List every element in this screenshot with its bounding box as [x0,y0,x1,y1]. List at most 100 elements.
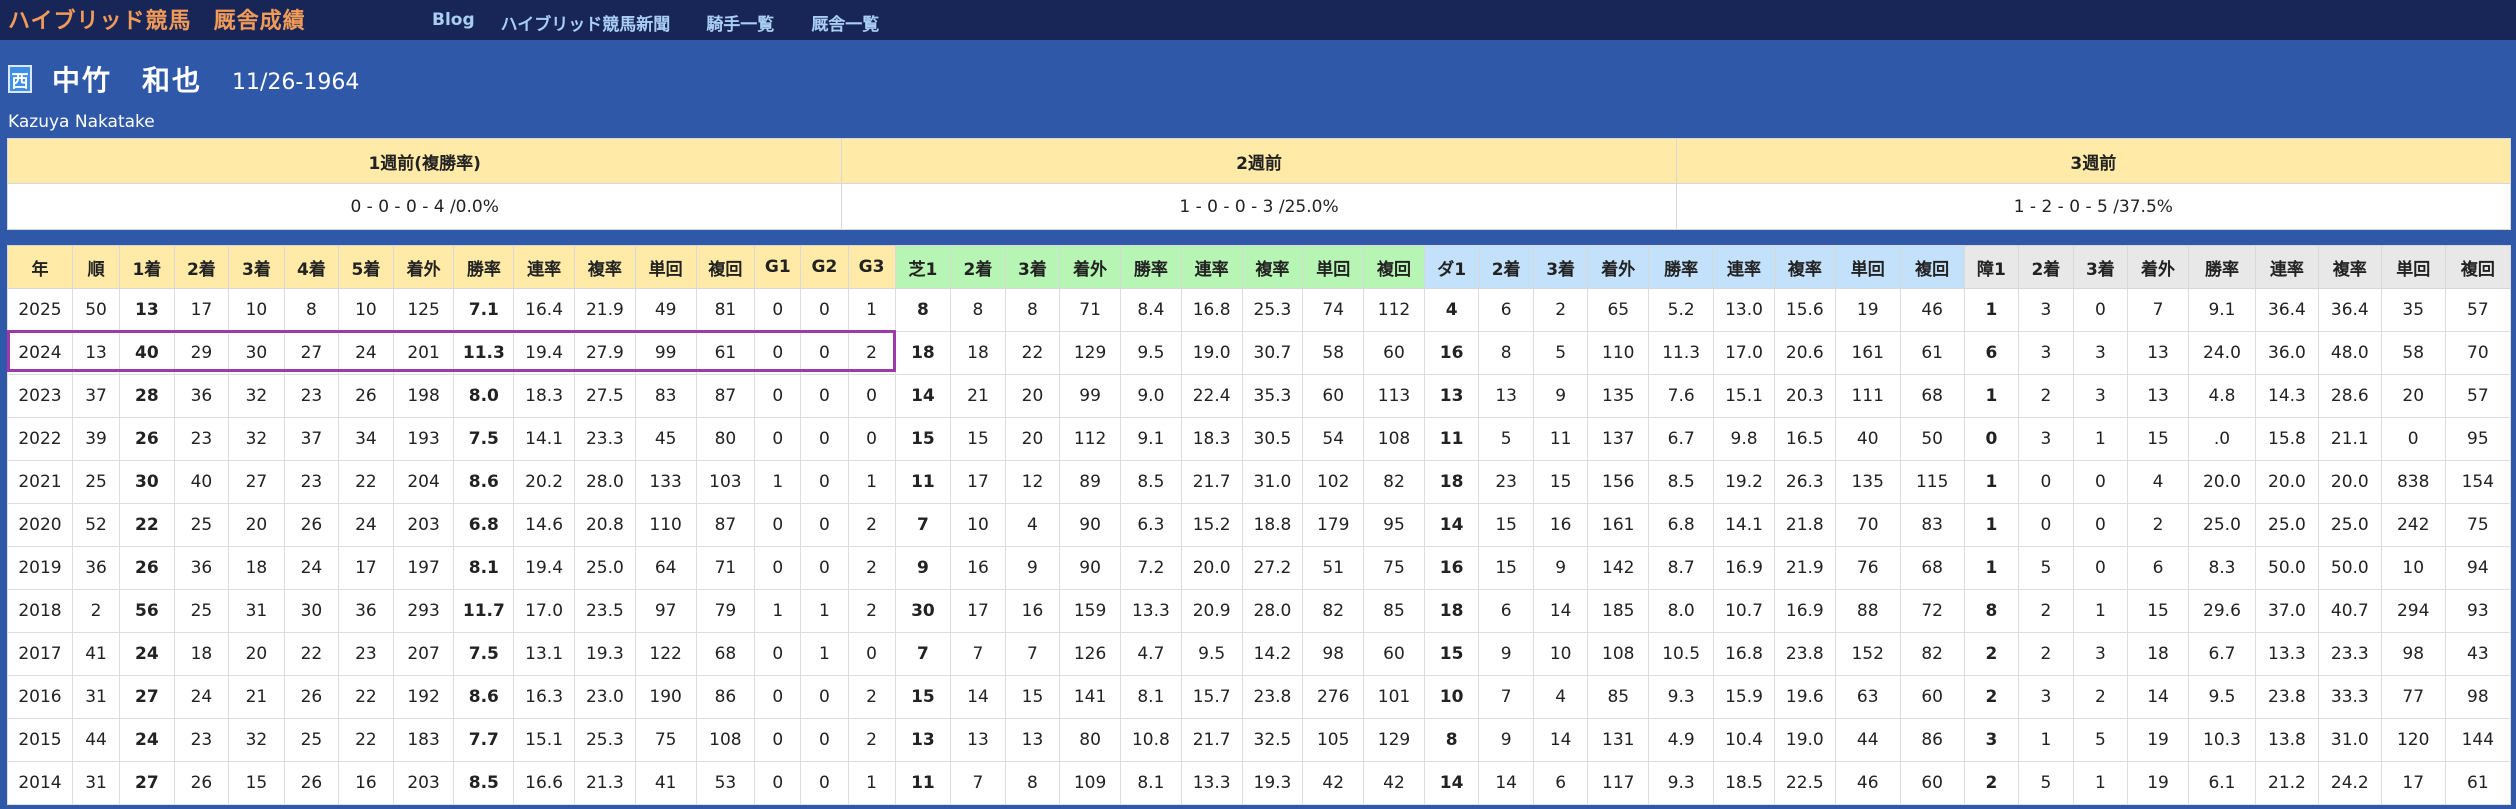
stats-column-header[interactable]: 勝率 [1648,245,1715,289]
stat-cell: 61 [695,331,756,375]
stats-column-header[interactable]: 2着 [950,245,1006,289]
stats-column-header[interactable]: 複率 [1241,245,1304,289]
stats-column-header[interactable]: 複回 [1899,245,1965,289]
stats-column-header[interactable]: 3着 [1532,245,1589,289]
stat-cell: 15 [894,675,952,719]
stat-cell: 31 [71,675,121,719]
stat-cell: 8 [1423,718,1480,762]
stat-cell: 76 [1834,546,1901,590]
stat-cell: 2 [2072,675,2129,719]
stat-cell: 120 [2380,718,2446,762]
stats-column-header[interactable]: 4着 [283,245,340,289]
stat-cell: 32 [228,417,285,461]
stat-cell: 4.8 [2187,374,2257,418]
stats-column-header[interactable]: 連率 [2255,245,2319,289]
stat-cell: 36 [338,589,394,633]
stats-column-header[interactable]: 単回 [1834,245,1901,289]
stats-column-header[interactable]: 2着 [173,245,230,289]
nav-link-jockey-list[interactable]: 騎手一覧 [706,10,774,35]
stat-cell: 19.4 [513,546,575,590]
stat-cell: 17 [950,460,1006,504]
year-cell: 2017 [7,632,73,676]
stats-column-header[interactable]: 着外 [2127,245,2189,289]
stats-column-header[interactable]: 障1 [1963,245,2020,289]
stats-column-header[interactable]: 5着 [338,245,394,289]
stats-column-header[interactable]: ダ1 [1423,245,1480,289]
stat-cell: 50 [71,288,121,332]
stat-cell: 142 [1587,546,1650,590]
stats-column-header[interactable]: 複率 [573,245,636,289]
stat-cell: 44 [71,718,121,762]
nav-link-newspaper[interactable]: ハイブリッド競馬新聞 [501,10,671,35]
stat-cell: 0 [1963,417,2020,461]
stats-column-header[interactable]: 複率 [2317,245,2382,289]
stat-cell: 108 [1587,632,1650,676]
stat-cell: 156 [1587,460,1650,504]
stat-cell: 201 [392,331,455,375]
stats-header-row: 年順 1着 2着 3着 4着 5着 着外 勝率 連率 複率 単回 複回 G1 G2 G3 芝1 2着 3着 着外 勝率… [7,245,2512,289]
stats-column-header[interactable]: 年 [7,245,73,289]
stats-column-header[interactable]: 単回 [1302,245,1365,289]
year-cell: 2019 [7,546,73,590]
stats-column-header[interactable]: 着外 [1059,245,1121,289]
stats-column-header[interactable]: 3着 [1004,245,1061,289]
stat-cell: 5 [1532,331,1589,375]
stats-column-header[interactable]: 複回 [2444,245,2512,289]
stat-cell: 5 [1478,417,1534,461]
stats-column-header[interactable]: 連率 [1180,245,1243,289]
stats-column-header[interactable]: 複率 [1773,245,1836,289]
stat-cell: 4 [2127,460,2189,504]
stats-column-header[interactable]: 勝率 [453,245,515,289]
stat-cell: 60 [1899,675,1965,719]
stat-cell: 16 [1004,589,1061,633]
stats-column-header[interactable]: 勝率 [2187,245,2257,289]
stats-column-header[interactable]: 勝率 [1119,245,1182,289]
stats-column-header[interactable]: 単回 [634,245,697,289]
stats-column-header[interactable]: 連率 [513,245,575,289]
stat-cell: 15.7 [1180,675,1243,719]
stats-column-header[interactable]: 着外 [392,245,455,289]
stat-cell: 40.7 [2317,589,2382,633]
stat-cell: 21.3 [573,761,636,805]
stat-cell: 9 [1004,546,1061,590]
site-brand-link[interactable]: ハイブリッド競馬 厩舎成績 [8,3,306,35]
stats-column-header[interactable]: 単回 [2380,245,2446,289]
stat-cell: 1 [1963,460,2020,504]
stats-column-header[interactable]: 1着 [119,245,175,289]
stats-column-header[interactable]: 着外 [1587,245,1650,289]
stat-cell: 56 [119,589,175,633]
stats-column-header[interactable]: G1 [754,245,802,289]
stats-column-header[interactable]: 複回 [695,245,756,289]
stat-cell: 3 [2018,331,2074,375]
stat-cell: 36.0 [2255,331,2319,375]
stats-column-header[interactable]: 順 [71,245,121,289]
stats-column-header[interactable]: 3着 [2072,245,2129,289]
stats-column-header[interactable]: G2 [800,245,849,289]
stat-cell: 13.0 [1713,288,1775,332]
stat-cell: 14.1 [513,417,575,461]
stat-cell: 24.0 [2187,331,2257,375]
nav-link-stable-list[interactable]: 厩舎一覧 [811,10,879,35]
stats-column-header[interactable]: 2着 [2018,245,2074,289]
stat-cell: 152 [1834,632,1901,676]
stats-column-header[interactable]: 芝1 [894,245,952,289]
stats-column-header[interactable]: 連率 [1713,245,1775,289]
stat-cell: 11 [1423,417,1480,461]
stat-cell: 0 [2072,503,2129,547]
stats-column-header[interactable]: 2着 [1478,245,1534,289]
stat-cell: 0 [800,417,849,461]
stat-cell: 126 [1059,632,1121,676]
nav-link-blog[interactable]: Blog [432,10,475,35]
stats-column-header[interactable]: G3 [847,245,896,289]
stat-cell: 0 [2072,288,2129,332]
stats-column-header[interactable]: 3着 [228,245,285,289]
stat-cell: 98 [2444,675,2512,719]
stat-cell: 36 [71,546,121,590]
stat-cell: 8 [283,288,340,332]
stats-column-header[interactable]: 複回 [1363,245,1425,289]
stat-cell: 15.2 [1180,503,1243,547]
stat-cell: 27.5 [573,374,636,418]
stat-cell: 14.3 [2255,374,2319,418]
jockey-name: 中竹 和也 [52,64,203,97]
stat-cell: 4 [1532,675,1589,719]
